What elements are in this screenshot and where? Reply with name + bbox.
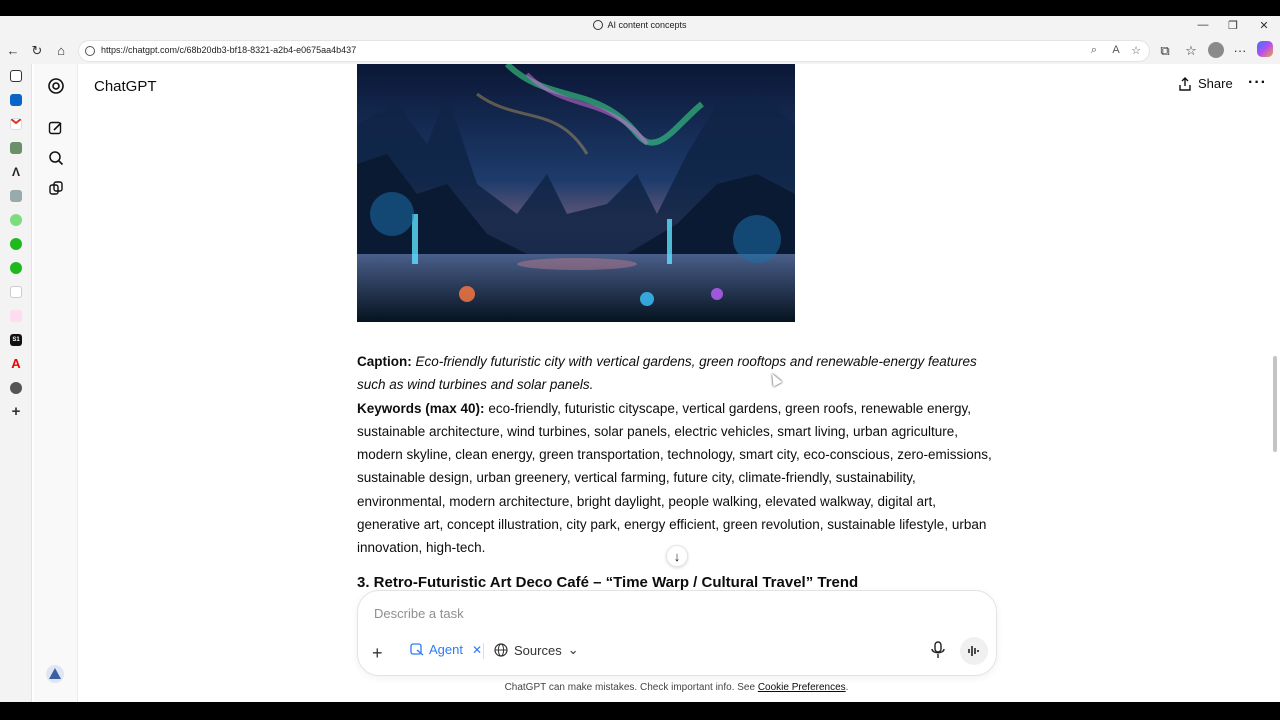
disclaimer-end: . <box>845 682 849 693</box>
agent-icon <box>410 642 424 656</box>
page-scrollbar[interactable] <box>1270 64 1280 702</box>
model-selector[interactable]: ChatGPT <box>94 78 157 95</box>
adobe-icon[interactable]: A <box>10 357 22 370</box>
globe-icon <box>494 643 508 657</box>
sources-button[interactable]: Sources ⌄ <box>494 642 579 658</box>
docs-icon[interactable] <box>10 286 22 298</box>
scrollbar-thumb[interactable] <box>1273 356 1277 452</box>
image-app-icon[interactable] <box>10 142 22 154</box>
chatgpt-sidebar-rail <box>34 64 78 702</box>
composer: + Agent ✕ Sources ⌄ <box>357 590 997 676</box>
app-icon-3[interactable] <box>10 262 22 274</box>
window-title: AI content concepts <box>0 20 1280 30</box>
favorite-star-icon[interactable]: ☆ <box>1129 44 1143 57</box>
remove-agent-icon[interactable]: ✕ <box>472 643 482 657</box>
chatgpt-app-icon[interactable] <box>10 382 22 394</box>
scroll-to-bottom-button[interactable]: ↓ <box>666 545 688 567</box>
caption-label: Caption: <box>357 354 412 369</box>
openai-logo-icon[interactable] <box>46 76 66 96</box>
letterbox-top <box>0 0 1280 16</box>
assistant-message: Caption: Eco-friendly futuristic city wi… <box>357 350 997 560</box>
share-icon <box>1179 76 1191 91</box>
disclaimer: ChatGPT can make mistakes. Check importa… <box>78 682 1268 693</box>
browser-toolbar: ← ↻ ⌂ https://chatgpt.com/c/68b20db3-bf1… <box>0 38 1280 64</box>
caption-paragraph: Caption: Eco-friendly futuristic city wi… <box>357 350 997 397</box>
arrow-down-icon: ↓ <box>673 548 681 564</box>
zoom-icon[interactable]: ⌕ <box>1087 44 1101 57</box>
s1-app-icon[interactable]: S1 <box>10 334 22 346</box>
user-avatar[interactable] <box>45 664 65 684</box>
refresh-icon[interactable]: ↻ <box>29 42 45 60</box>
app-icon-2[interactable] <box>10 238 22 250</box>
agent-label: Agent <box>429 642 463 657</box>
address-bar[interactable]: https://chatgpt.com/c/68b20db3-bf18-8321… <box>78 40 1150 62</box>
caption-text: Eco-friendly futuristic city with vertic… <box>357 354 977 393</box>
share-label: Share <box>1198 76 1233 91</box>
new-chat-icon[interactable] <box>46 118 66 138</box>
favorites-icon[interactable]: ☆ <box>1183 42 1199 60</box>
maximize-button[interactable]: ❐ <box>1226 19 1240 32</box>
app-icon-1[interactable] <box>10 214 22 226</box>
outlook-icon[interactable] <box>10 94 22 106</box>
microphone-icon[interactable] <box>930 641 946 664</box>
share-button[interactable]: Share <box>1178 76 1233 91</box>
sources-label: Sources <box>514 642 562 658</box>
generated-image[interactable] <box>357 64 795 322</box>
cookie-preferences-link[interactable]: Cookie Preferences <box>758 682 846 693</box>
tool-icon[interactable] <box>10 190 22 202</box>
copilot-icon[interactable] <box>1257 41 1273 57</box>
minimize-button[interactable]: — <box>1196 19 1210 31</box>
chatgpt-favicon-icon <box>593 20 604 30</box>
site-info-icon[interactable] <box>85 46 95 56</box>
extensions-icon[interactable]: ⧉ <box>1157 42 1173 60</box>
composer-divider <box>483 643 484 659</box>
add-app-icon[interactable]: + <box>10 404 22 419</box>
prompt-input[interactable] <box>374 601 894 625</box>
search-icon[interactable] <box>46 148 66 168</box>
library-icon[interactable] <box>46 178 66 198</box>
letterbox-bottom <box>0 702 1280 720</box>
read-aloud-icon[interactable]: A <box>1109 44 1123 56</box>
keywords-text: eco-friendly, futuristic cityscape, vert… <box>357 400 992 556</box>
gmail-icon[interactable] <box>10 118 22 130</box>
profile-avatar[interactable] <box>1208 42 1224 58</box>
settings-more-icon[interactable]: ··· <box>1232 42 1248 60</box>
keywords-paragraph: Keywords (max 40): eco-friendly, futuris… <box>357 397 997 560</box>
title-bar: AI content concepts — ❐ ✕ <box>0 16 1280 38</box>
home-icon[interactable]: ⌂ <box>53 42 69 60</box>
tab-actions-icon[interactable] <box>10 70 22 82</box>
agent-chip[interactable]: Agent ✕ <box>410 642 482 657</box>
close-window-button[interactable]: ✕ <box>1257 19 1271 32</box>
chat-main: ChatGPT Share ··· Caption: Eco-friendly … <box>78 64 1268 702</box>
keywords-label: Keywords (max 40): <box>357 400 485 416</box>
back-icon[interactable]: ← <box>5 42 21 60</box>
chevron-down-icon: ⌄ <box>567 642 579 657</box>
url-text: https://chatgpt.com/c/68b20db3-bf18-8321… <box>101 45 357 55</box>
pink-app-icon[interactable] <box>10 310 22 322</box>
disclaimer-text: ChatGPT can make mistakes. Check importa… <box>504 682 758 693</box>
add-attachment-icon[interactable]: + <box>372 643 383 664</box>
perplexity-icon[interactable]: Λ <box>10 166 22 178</box>
voice-mode-button[interactable] <box>960 637 988 665</box>
more-options-button[interactable]: ··· <box>1248 74 1267 92</box>
section-heading: 3. Retro-Futuristic Art Deco Café – “Tim… <box>357 574 859 591</box>
voice-waveform-icon <box>968 646 979 656</box>
browser-window: AI content concepts — ❐ ✕ ← ↻ ⌂ https://… <box>0 16 1280 702</box>
edge-sidebar: Λ S1 A + <box>0 64 32 702</box>
